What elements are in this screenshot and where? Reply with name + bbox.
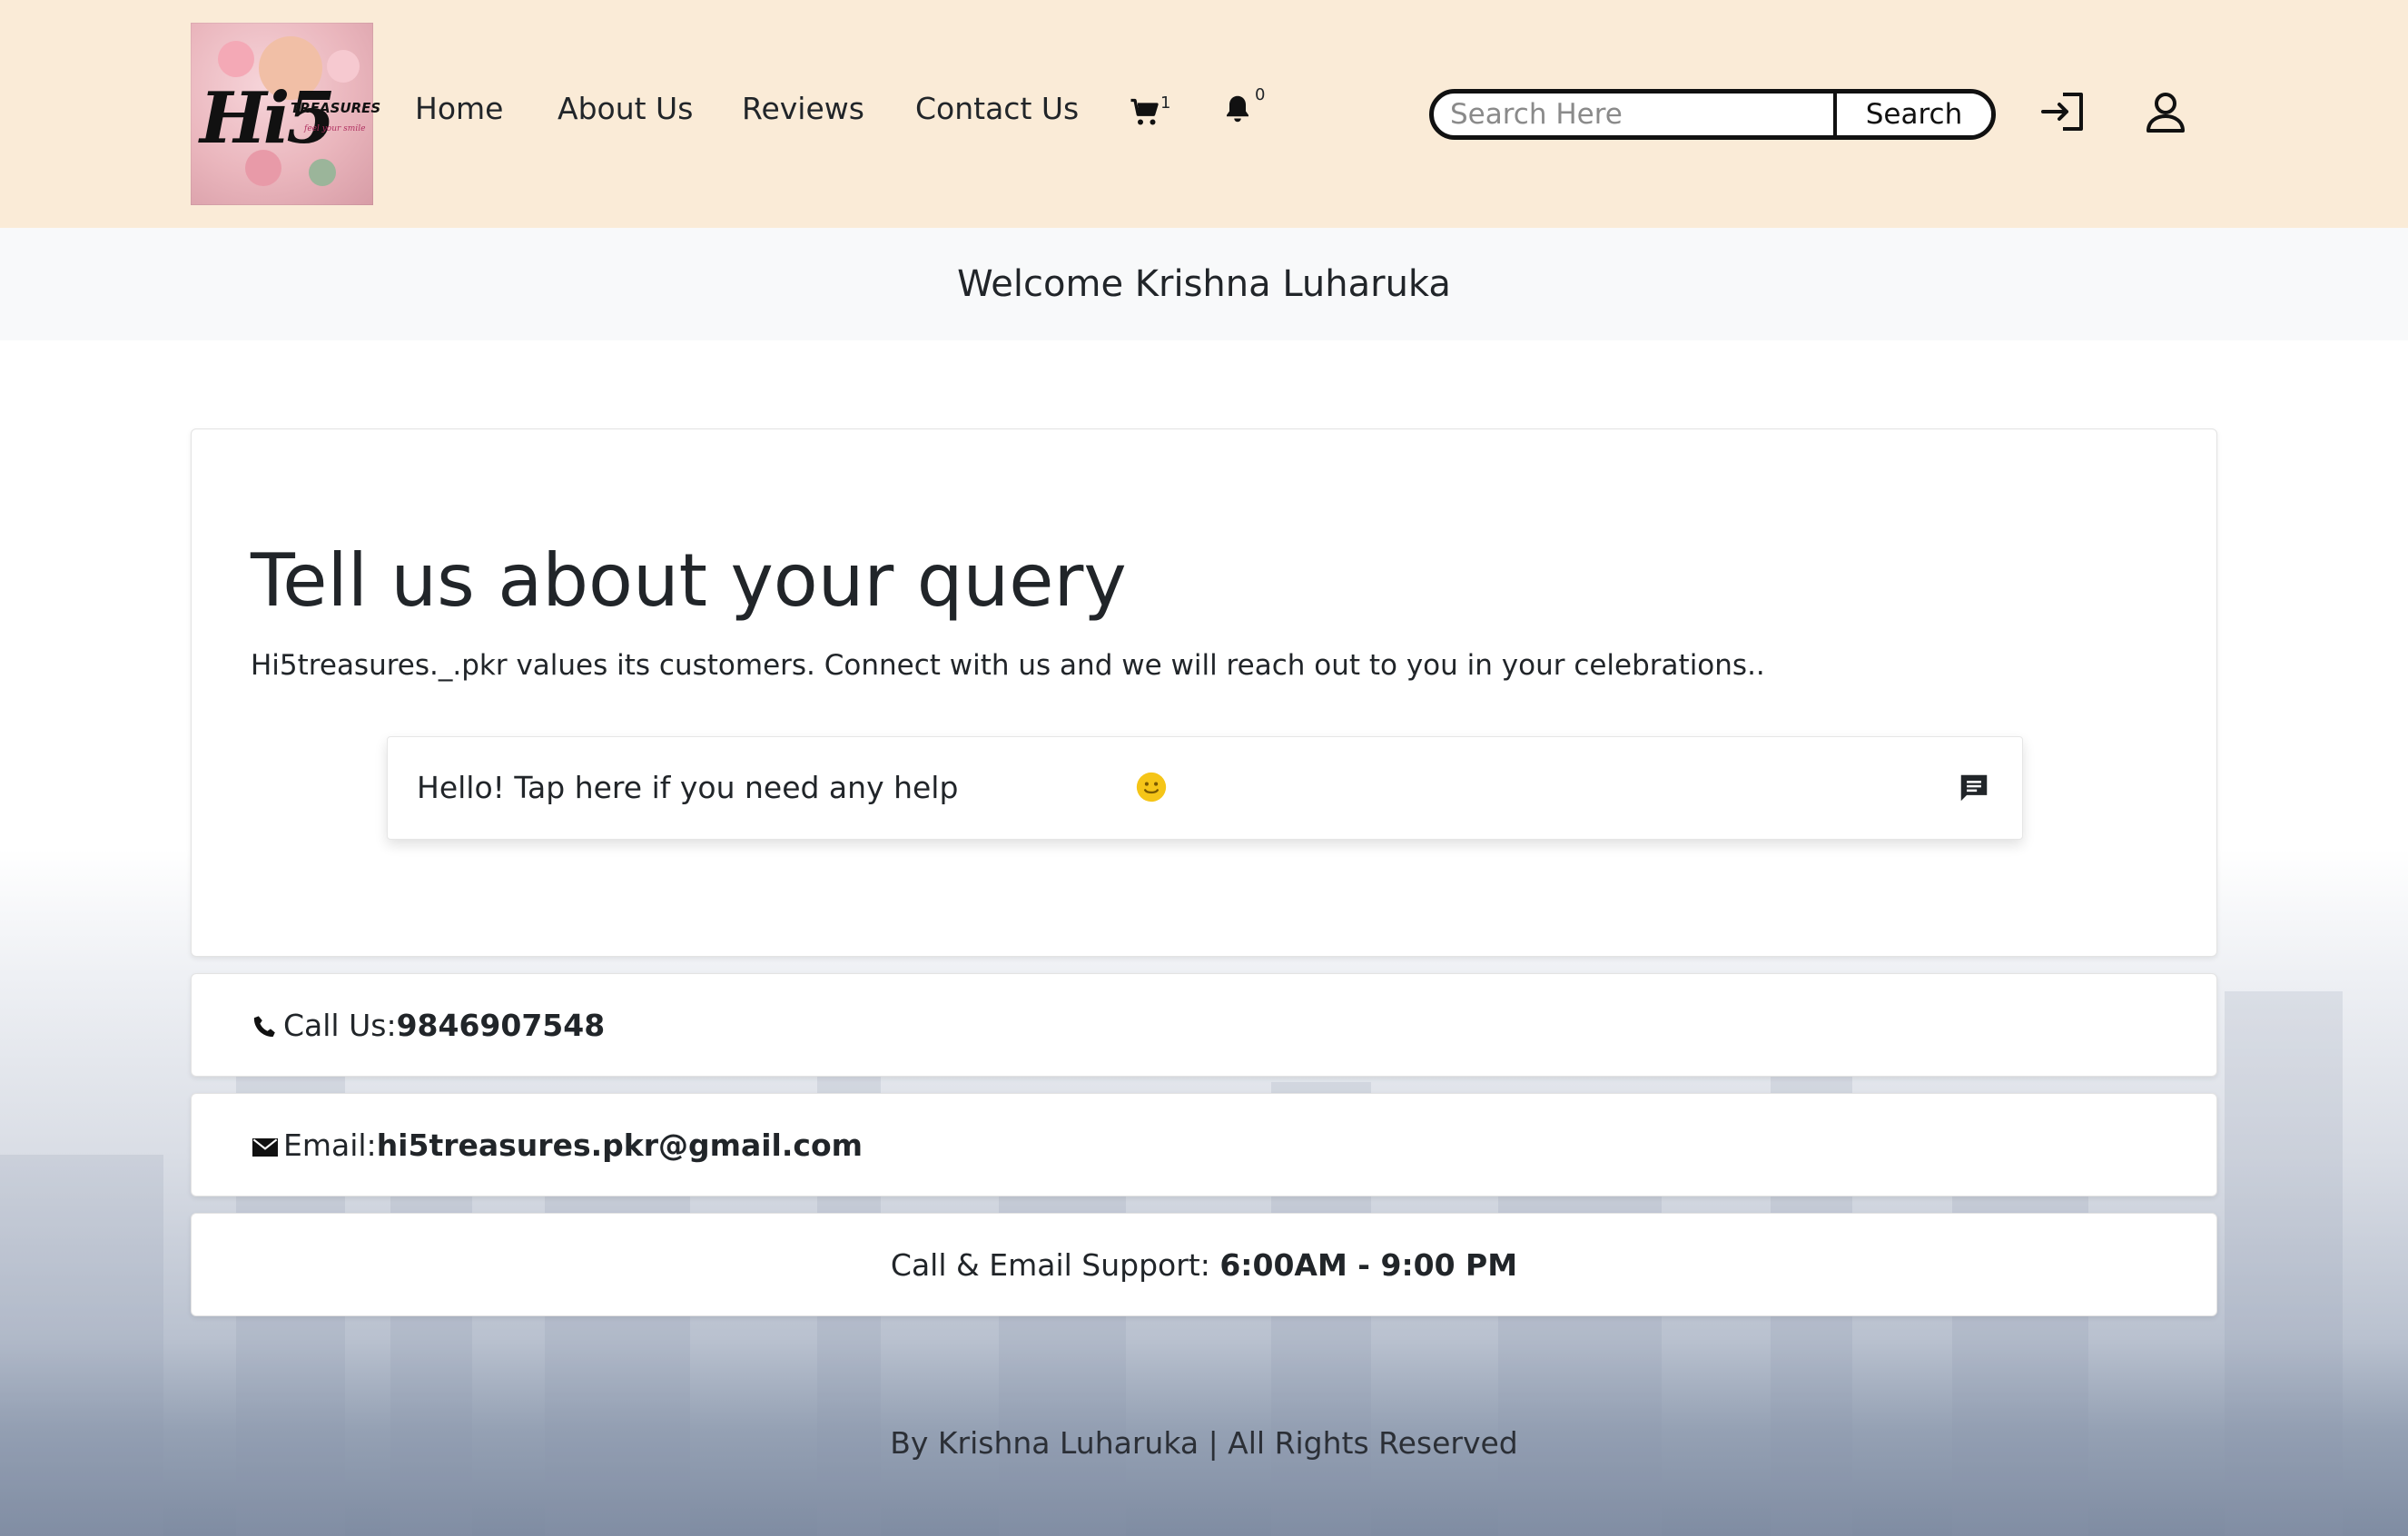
- page-subtitle: Hi5treasures._.pkr values its customers.…: [251, 649, 1765, 682]
- chat-icon: [1960, 774, 1988, 802]
- logo-tagline: feel your smile: [304, 124, 366, 133]
- email-label: Email:: [283, 1127, 377, 1163]
- welcome-banner: Welcome Krishna Luharuka: [0, 228, 2408, 340]
- page-title: Tell us about your query: [251, 538, 1127, 623]
- profile-button[interactable]: [2143, 89, 2188, 134]
- cart-button[interactable]: [1130, 97, 1162, 128]
- support-label: Call & Email Support:: [890, 1247, 1220, 1283]
- logo-text: Hi5: [200, 77, 336, 160]
- footer-text: By Krishna Luharuka | All Rights Reserve…: [890, 1425, 1518, 1461]
- login-icon: [2041, 93, 2083, 131]
- query-card: Tell us about your query Hi5treasures._.…: [191, 428, 2217, 957]
- call-info: Call Us:9846907548: [251, 974, 605, 1078]
- envelope-icon: [252, 1137, 278, 1157]
- search-form: Search: [1429, 89, 1996, 140]
- logo-subtext: TREASURES: [291, 100, 381, 116]
- brand-logo[interactable]: Hi5 TREASURES feel your smile: [191, 23, 380, 205]
- search-button[interactable]: Search: [1833, 94, 1991, 135]
- email-info: Email:hi5treasures.pkr@gmail.com: [251, 1094, 863, 1197]
- user-icon: [2146, 93, 2185, 133]
- login-button[interactable]: [2039, 89, 2090, 134]
- email-card: Email:hi5treasures.pkr@gmail.com: [191, 1093, 2217, 1196]
- shopping-cart-icon: [1130, 98, 1159, 125]
- call-label: Call Us:: [283, 1008, 397, 1043]
- cart-count: 1: [1160, 94, 1171, 113]
- support-hours: 6:00AM - 9:00 PM: [1219, 1247, 1518, 1283]
- support-info: Call & Email Support: 6:00AM - 9:00 PM: [192, 1214, 2216, 1317]
- bell-icon: [1227, 95, 1248, 123]
- help-chat-prompt: Hello! Tap here if you need any help: [417, 770, 959, 805]
- search-input[interactable]: [1434, 94, 1833, 135]
- notification-count: 0: [1255, 85, 1266, 104]
- navbar: Hi5 TREASURES feel your smile Home About…: [0, 0, 2408, 228]
- support-card: Call & Email Support: 6:00AM - 9:00 PM: [191, 1213, 2217, 1316]
- notifications-button[interactable]: [1224, 94, 1251, 124]
- email-address[interactable]: hi5treasures.pkr@gmail.com: [377, 1127, 863, 1163]
- nav-about-us[interactable]: About Us: [558, 91, 693, 126]
- nav-home[interactable]: Home: [415, 91, 503, 126]
- nav-contact-us[interactable]: Contact Us: [915, 91, 1079, 126]
- help-chat-button[interactable]: Hello! Tap here if you need any help: [387, 736, 2023, 840]
- phone-icon: [253, 1015, 275, 1037]
- call-card: Call Us:9846907548: [191, 973, 2217, 1077]
- call-number[interactable]: 9846907548: [397, 1008, 606, 1043]
- smiley-icon: [1136, 772, 1167, 802]
- nav-reviews[interactable]: Reviews: [742, 91, 864, 126]
